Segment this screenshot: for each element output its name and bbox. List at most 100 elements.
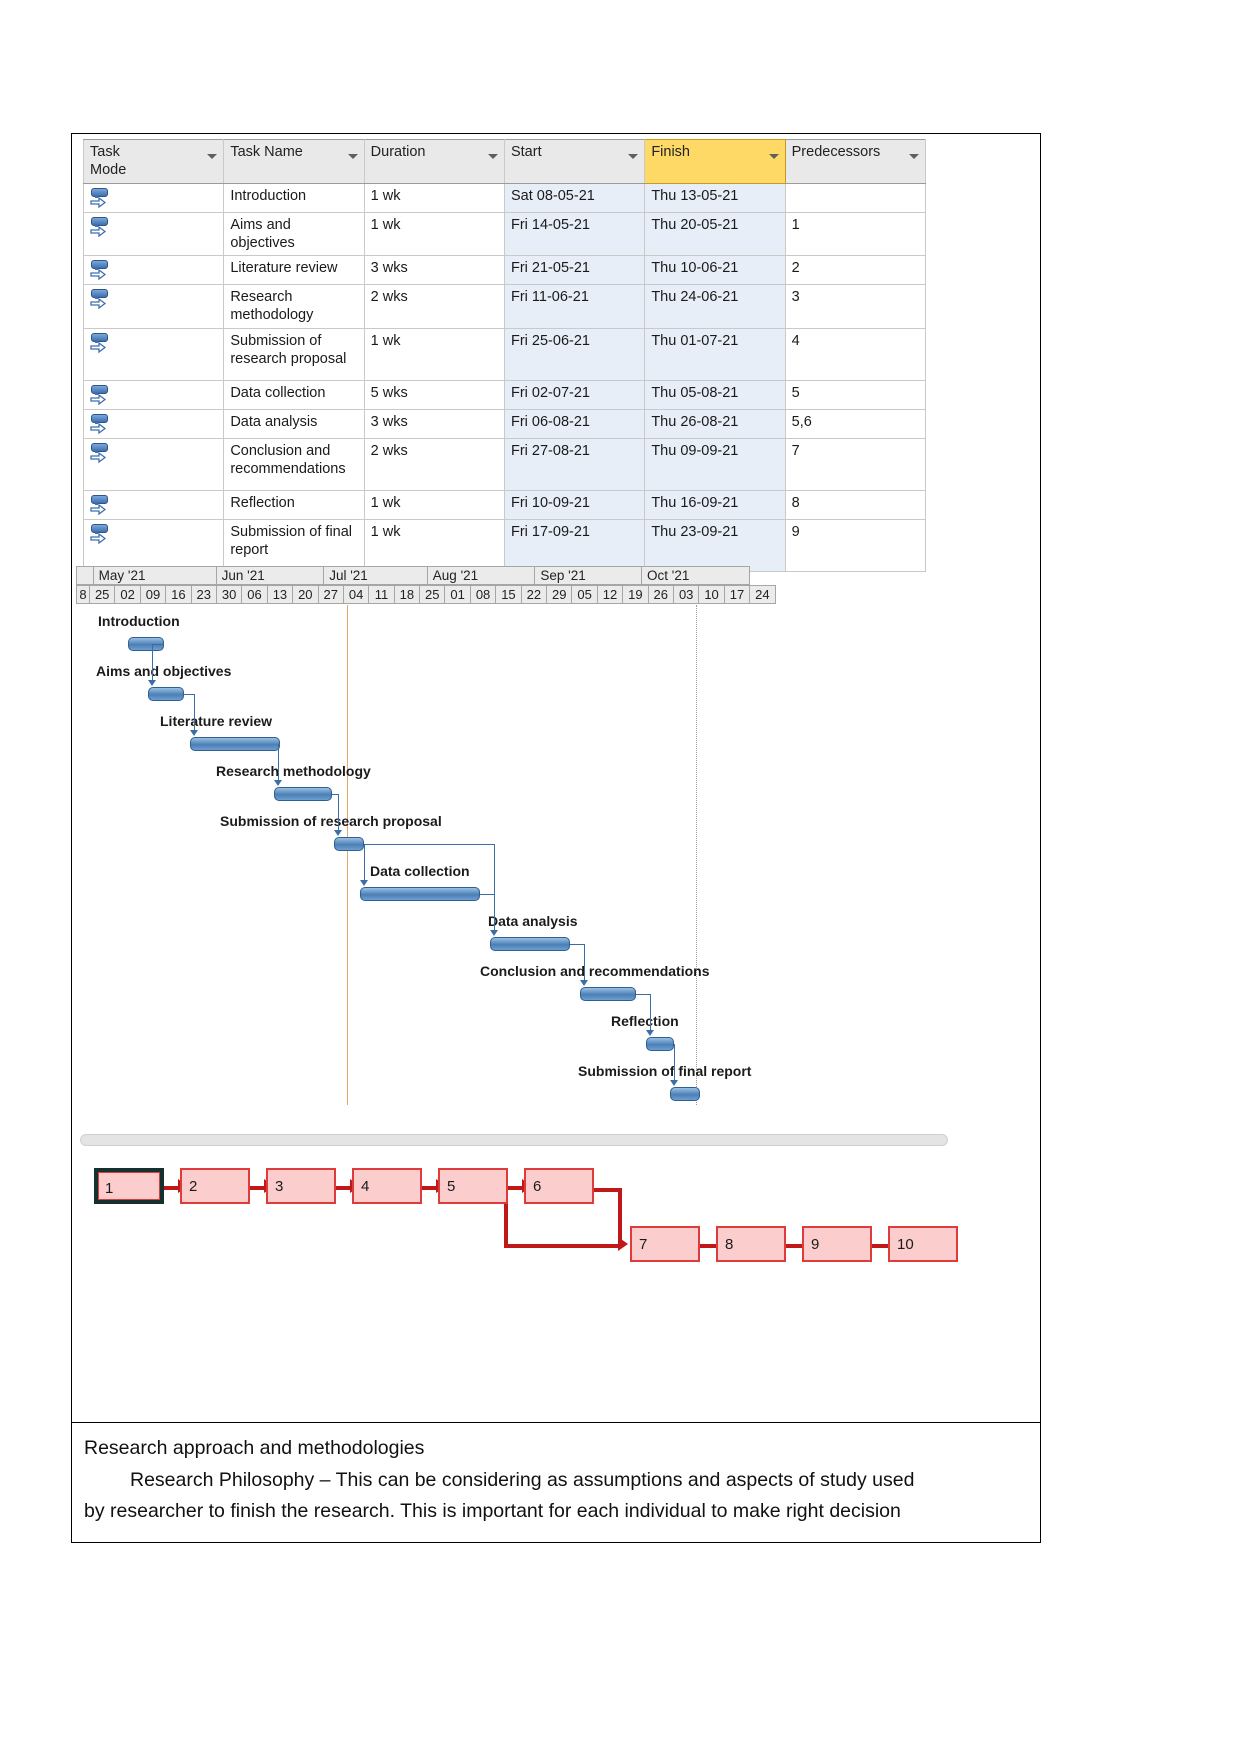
network-node-9[interactable]: 9 [802,1226,872,1262]
network-node-1[interactable]: 1 [94,1168,164,1204]
table-row[interactable]: Submission of final report 1 wk Fri 17-09-… [82,518,927,572]
cell-start[interactable]: Fri 10-09-21 [503,489,646,520]
chevron-down-icon[interactable] [487,154,498,159]
gantt-bar[interactable] [670,1087,700,1101]
cell-task-name[interactable]: Data analysis [223,408,365,439]
cell-task-name[interactable]: Introduction [223,183,365,213]
cell-task-mode[interactable] [82,284,225,329]
cell-task-mode[interactable] [82,211,225,257]
cell-predecessors[interactable]: 2 [784,255,927,286]
cell-duration[interactable]: 5 wks [363,379,505,410]
cell-task-name[interactable]: Reflection [223,489,365,520]
chevron-down-icon[interactable] [909,154,919,159]
cell-predecessors[interactable]: 8 [784,489,927,520]
network-node-7[interactable]: 7 [630,1226,700,1262]
cell-duration[interactable]: 1 wk [363,327,505,381]
cell-task-mode[interactable] [82,437,225,491]
cell-finish[interactable]: Thu 01-07-21 [644,327,786,381]
cell-task-name[interactable]: Research methodology [223,284,365,329]
table-row[interactable]: Reflection 1 wk Fri 10-09-21 Thu 16-09-21 8 [82,489,927,520]
cell-duration[interactable]: 2 wks [363,437,505,491]
cell-duration[interactable]: 1 wk [363,211,505,257]
table-row[interactable]: Research methodology 2 wks Fri 11-06-21 Thu… [82,284,927,329]
table-row[interactable]: Data collection 5 wks Fri 02-07-21 Thu 05-0… [82,379,927,410]
gantt-bar[interactable] [580,987,636,1001]
cell-start[interactable]: Sat 08-05-21 [503,183,646,213]
gantt-bar[interactable] [360,887,480,901]
cell-start[interactable]: Fri 11-06-21 [503,284,646,329]
chevron-down-icon[interactable] [768,154,779,159]
column-header-task-mode[interactable]: Task Mode [82,139,225,184]
cell-predecessors[interactable]: 1 [784,211,927,257]
gantt-bar[interactable] [148,687,184,701]
table-row[interactable]: Literature review 3 wks Fri 21-05-21 Thu 10… [82,255,927,286]
cell-task-name[interactable]: Conclusion and recommendations [223,437,365,491]
cell-task-name[interactable]: Aims and objectives [223,211,365,257]
cell-predecessors[interactable]: 5 [784,379,927,410]
column-header-predecessors[interactable]: Predecessors [784,139,927,184]
chevron-down-icon[interactable] [347,154,358,159]
chevron-down-icon[interactable] [207,154,218,159]
cell-start[interactable]: Fri 21-05-21 [503,255,646,286]
cell-predecessors[interactable]: 4 [784,327,927,381]
network-node-2[interactable]: 2 [180,1168,250,1204]
cell-task-mode[interactable] [82,183,225,213]
gantt-bar[interactable] [490,937,570,951]
cell-finish[interactable]: Thu 24-06-21 [644,284,786,329]
gantt-bar[interactable] [274,787,332,801]
column-header-task-name[interactable]: Task Name [223,139,365,184]
cell-duration[interactable]: 1 wk [363,183,505,213]
cell-start[interactable]: Fri 14-05-21 [503,211,646,257]
cell-finish[interactable]: Thu 10-06-21 [644,255,786,286]
cell-task-mode[interactable] [82,255,225,286]
table-row[interactable]: Submission of research proposal 1 wk Fri 2… [82,327,927,381]
cell-predecessors[interactable]: 7 [784,437,927,491]
cell-predecessors[interactable]: 3 [784,284,927,329]
gantt-bar[interactable] [190,737,280,751]
network-node-4[interactable]: 4 [352,1168,422,1204]
gantt-bar[interactable] [334,837,364,851]
cell-task-name[interactable]: Submission of research proposal [223,327,365,381]
cell-finish[interactable]: Thu 05-08-21 [644,379,786,410]
horizontal-scrollbar[interactable] [80,1134,948,1146]
cell-task-name[interactable]: Submission of final report [223,518,365,572]
cell-task-mode[interactable] [82,489,225,520]
cell-task-name[interactable]: Data collection [223,379,365,410]
cell-predecessors[interactable] [784,183,927,213]
cell-start[interactable]: Fri 06-08-21 [503,408,646,439]
table-row[interactable]: Introduction 1 wk Sat 08-05-21 Thu 13-05-21 [82,183,927,213]
chevron-down-icon[interactable] [628,154,639,159]
cell-task-mode[interactable] [82,518,225,572]
cell-start[interactable]: Fri 25-06-21 [503,327,646,381]
cell-finish[interactable]: Thu 16-09-21 [644,489,786,520]
table-row[interactable]: Conclusion and recommendations 2 wks Fri 2… [82,437,927,491]
table-row[interactable]: Aims and objectives 1 wk Fri 14-05-21 Thu 2… [82,211,927,257]
table-row[interactable]: Data analysis 3 wks Fri 06-08-21 Thu 26-08-… [82,408,927,439]
cell-finish[interactable]: Thu 23-09-21 [644,518,786,572]
column-header-duration[interactable]: Duration [363,139,505,184]
cell-task-mode[interactable] [82,327,225,381]
cell-duration[interactable]: 1 wk [363,518,505,572]
network-node-6[interactable]: 6 [524,1168,594,1204]
gantt-bar[interactable] [646,1037,674,1051]
cell-duration[interactable]: 3 wks [363,255,505,286]
cell-predecessors[interactable]: 5,6 [784,408,927,439]
cell-predecessors[interactable]: 9 [784,518,927,572]
network-node-5[interactable]: 5 [438,1168,508,1204]
cell-finish[interactable]: Thu 20-05-21 [644,211,786,257]
cell-start[interactable]: Fri 27-08-21 [503,437,646,491]
cell-finish[interactable]: Thu 13-05-21 [644,183,786,213]
cell-task-mode[interactable] [82,379,225,410]
network-node-8[interactable]: 8 [716,1226,786,1262]
cell-finish[interactable]: Thu 09-09-21 [644,437,786,491]
cell-task-name[interactable]: Literature review [223,255,365,286]
network-node-3[interactable]: 3 [266,1168,336,1204]
cell-start[interactable]: Fri 02-07-21 [503,379,646,410]
column-header-start[interactable]: Start [503,139,646,184]
cell-duration[interactable]: 1 wk [363,489,505,520]
cell-task-mode[interactable] [82,408,225,439]
cell-duration[interactable]: 2 wks [363,284,505,329]
cell-duration[interactable]: 3 wks [363,408,505,439]
network-node-10[interactable]: 10 [888,1226,958,1262]
cell-start[interactable]: Fri 17-09-21 [503,518,646,572]
